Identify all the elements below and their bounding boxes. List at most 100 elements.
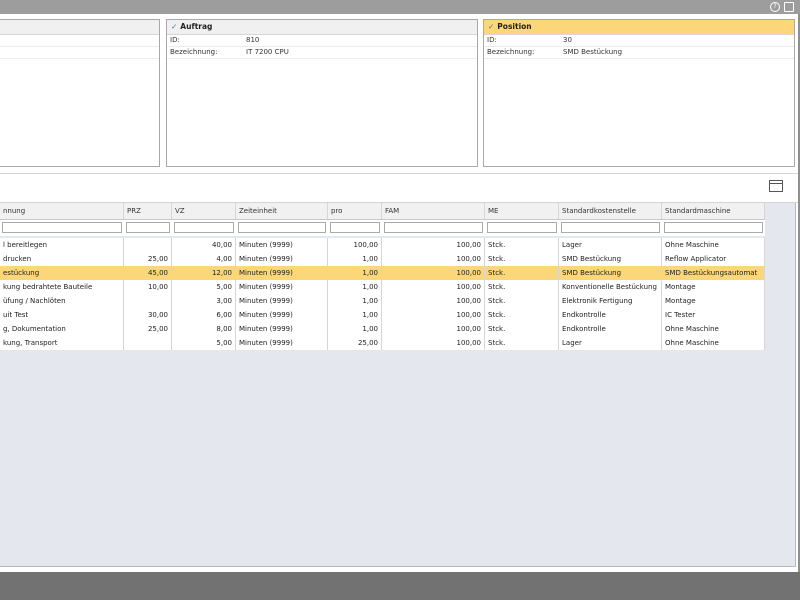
filter-input[interactable] (384, 222, 483, 233)
table-cell: 100,00 (382, 308, 485, 322)
panel-auftrag: ✓ Auftrag ID: 810 Bezeichnung: IT 7200 CP… (166, 19, 478, 167)
field-value: 30 (563, 36, 572, 44)
filter-input[interactable] (126, 222, 170, 233)
table-cell: g, Dokumentation (0, 322, 124, 336)
filter-input[interactable] (2, 222, 122, 233)
panel-row: Bezeichnung: IT 7200 CPU (167, 47, 477, 59)
panel-row: ID: 30 (484, 35, 794, 47)
column-header[interactable]: VZ (172, 203, 236, 219)
table-cell: 1,00 (328, 322, 382, 336)
table-row[interactable]: üfung / Nachlöten 3,00 Minuten (9999) 1,00 1… (0, 294, 765, 309)
table-cell: 4,00 (172, 252, 236, 266)
table-cell: Endkontrolle (559, 322, 662, 336)
column-header[interactable]: FAM (382, 203, 485, 219)
panel-row (0, 47, 159, 59)
column-filter (124, 220, 172, 236)
table-cell: 12,00 (172, 266, 236, 280)
filter-input[interactable] (238, 222, 326, 233)
table-cell: l bereitlegen (0, 238, 124, 252)
table-cell: Lager (559, 336, 662, 350)
table-cell: Ohne Maschine (662, 238, 765, 252)
column-header[interactable]: pro (328, 203, 382, 219)
main-content: ✓ Auftrag ID: 810 Bezeichnung: IT 7200 CP… (0, 14, 800, 572)
panel-auftrag-header[interactable]: ✓ Auftrag (167, 20, 477, 35)
panel-row (0, 35, 159, 47)
table-cell: Stck. (485, 266, 559, 280)
table-cell: Minuten (9999) (236, 294, 328, 308)
table-row[interactable]: kung, Transport 5,00 Minuten (9999) 25,00 10… (0, 336, 765, 351)
filter-input[interactable] (174, 222, 234, 233)
panel-row: Bezeichnung: SMD Bestückung (484, 47, 794, 59)
table-cell: 100,00 (382, 336, 485, 350)
help-icon[interactable]: ? (770, 2, 780, 12)
panel-row: ID: 810 (167, 35, 477, 47)
title-bar: ? (0, 0, 800, 14)
table-cell: Stck. (485, 322, 559, 336)
column-filter (382, 220, 485, 236)
table-row[interactable]: drucken 25,00 4,00 Minuten (9999) 1,00 100,00… (0, 252, 765, 267)
table-cell: kung bedrahtete Bauteile (0, 280, 124, 294)
table-cell: 100,00 (382, 266, 485, 280)
panel-position-header[interactable]: ✓ Position (484, 20, 794, 35)
table-cell: Stck. (485, 280, 559, 294)
filter-input[interactable] (561, 222, 660, 233)
grid-header: nnung PRZ VZ Zeiteinheit pro FAM ME Standardkos… (0, 203, 765, 220)
table-row[interactable]: estückung 45,00 12,00 Minuten (9999) 1,00 100… (0, 266, 765, 281)
table-cell: 3,00 (172, 294, 236, 308)
check-icon: ✓ (488, 22, 495, 31)
table-cell: 100,00 (382, 322, 485, 336)
field-value: 810 (246, 36, 260, 44)
column-header[interactable]: PRZ (124, 203, 172, 219)
table-cell: Ohne Maschine (662, 336, 765, 350)
table-cell: uit Test (0, 308, 124, 322)
column-filter (172, 220, 236, 236)
table-row[interactable]: kung bedrahtete Bauteile 10,00 5,00 Minuten… (0, 280, 765, 295)
table-row[interactable]: l bereitlegen 40,00 Minuten (9999) 100,00 10… (0, 238, 765, 253)
table-cell: estückung (0, 266, 124, 280)
layout-icon[interactable] (769, 180, 783, 192)
column-header[interactable]: Standardmaschine (662, 203, 765, 219)
table-cell: 8,00 (172, 322, 236, 336)
table-cell: SMD Bestückung (559, 252, 662, 266)
field-value: IT 7200 CPU (246, 48, 289, 56)
table-cell: Minuten (9999) (236, 266, 328, 280)
table-cell: Stck. (485, 308, 559, 322)
table-cell: Stck. (485, 238, 559, 252)
window-icon[interactable] (784, 2, 794, 12)
table-cell: 100,00 (382, 294, 485, 308)
column-header[interactable]: ME (485, 203, 559, 219)
panel-left (0, 19, 160, 167)
table-cell: drucken (0, 252, 124, 266)
filter-input[interactable] (664, 222, 763, 233)
field-label: Bezeichnung: (487, 48, 535, 56)
table-cell: Endkontrolle (559, 308, 662, 322)
table-cell: 100,00 (382, 280, 485, 294)
table-cell: 25,00 (124, 252, 172, 266)
column-filter (485, 220, 559, 236)
panel-title: Position (497, 22, 532, 31)
table-cell: Minuten (9999) (236, 336, 328, 350)
table-cell: kung, Transport (0, 336, 124, 350)
column-header[interactable]: nnung (0, 203, 124, 219)
filter-input[interactable] (487, 222, 557, 233)
column-header[interactable]: Standardkostenstelle (559, 203, 662, 219)
table-row[interactable]: g, Dokumentation 25,00 8,00 Minuten (9999) 1… (0, 322, 765, 337)
table-cell: Ohne Maschine (662, 322, 765, 336)
table-cell: SMD Bestückung (559, 266, 662, 280)
table-cell: 25,00 (124, 322, 172, 336)
table-cell: Reflow Applicator (662, 252, 765, 266)
column-header[interactable]: Zeiteinheit (236, 203, 328, 219)
field-value: SMD Bestückung (563, 48, 623, 56)
filter-input[interactable] (330, 222, 380, 233)
column-filter (328, 220, 382, 236)
grid-toolbar (0, 173, 798, 203)
table-cell: üfung / Nachlöten (0, 294, 124, 308)
table-cell: 40,00 (172, 238, 236, 252)
table-row[interactable]: uit Test 30,00 6,00 Minuten (9999) 1,00 100,0… (0, 308, 765, 323)
table-cell: Montage (662, 294, 765, 308)
panel-left-header (0, 20, 159, 35)
table-cell: SMD Bestückungsautomat (662, 266, 765, 280)
grid-filter-row (0, 220, 765, 236)
table-cell: Lager (559, 238, 662, 252)
table-cell: Minuten (9999) (236, 322, 328, 336)
